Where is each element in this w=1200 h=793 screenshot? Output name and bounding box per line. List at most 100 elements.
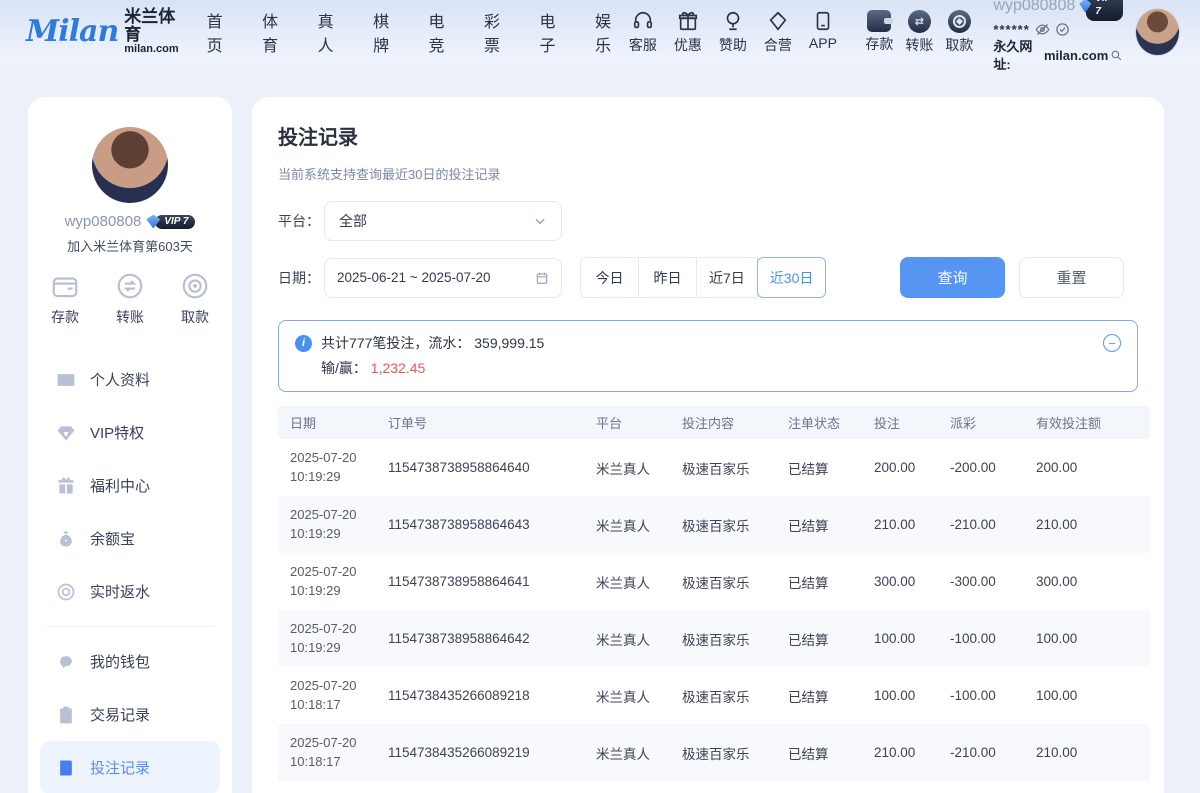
gift-icon xyxy=(677,10,699,32)
page-title: 投注记录 xyxy=(278,121,1148,150)
eye-slash-icon[interactable] xyxy=(1035,22,1050,37)
nav-item-sports[interactable]: 体育 xyxy=(262,8,287,56)
sidebar-deposit-label: 存款 xyxy=(51,307,79,327)
id-card-icon xyxy=(56,370,76,390)
vip-level-label: VIP 7 xyxy=(1086,0,1123,21)
range-30days-button[interactable]: 近30日 xyxy=(757,257,827,298)
withdraw-button[interactable]: 取款 xyxy=(939,10,979,55)
collapse-minus-icon[interactable]: − xyxy=(1103,334,1121,352)
deposit-wallet-icon xyxy=(867,10,891,32)
status-text: 已结算 xyxy=(784,610,870,667)
order-number: 1154738738958864642 xyxy=(384,610,592,667)
sidebar-avatar xyxy=(92,127,168,203)
sidebar-item-label: 实时返水 xyxy=(90,581,150,602)
table-row: 2025-07-2010:19:29 1154738738958864640 米… xyxy=(278,439,1150,496)
col-status: 注单状态 xyxy=(784,406,870,439)
status-text: 已结算 xyxy=(784,439,870,496)
sidebar-item-transactions[interactable]: 交易记录 xyxy=(40,688,220,741)
table-row: 2025-07-2010:19:29 1154738738958864641 米… xyxy=(278,553,1150,610)
sidebar-item-rebate[interactable]: 实时返水 xyxy=(40,565,220,618)
deposit-button[interactable]: 存款 xyxy=(859,10,899,55)
range-today-button[interactable]: 今日 xyxy=(580,257,639,298)
main-nav: 首页 体育 真人 棋牌 电竞 彩票 电子 娱乐 xyxy=(207,8,621,56)
sidebar-item-label: 余额宝 xyxy=(90,528,135,549)
sidebar-deposit-button[interactable]: 存款 xyxy=(50,271,80,327)
table-row: 2025-07-2010:18:17 1154738435266089218 米… xyxy=(278,667,1150,724)
sidebar-item-label: 我的钱包 xyxy=(90,651,150,672)
nav-item-chess[interactable]: 棋牌 xyxy=(373,8,398,56)
range-yesterday-button[interactable]: 昨日 xyxy=(638,257,697,298)
nav-item-live[interactable]: 真人 xyxy=(318,8,343,56)
vip-badge[interactable]: VIP 7 xyxy=(1079,0,1123,21)
sidebar-item-wallet[interactable]: 我的钱包 xyxy=(40,635,220,688)
summary-line2-label: 输/赢： xyxy=(321,360,371,376)
reset-button[interactable]: 重置 xyxy=(1019,257,1124,298)
sidebar-username: wyp080808 xyxy=(65,213,142,230)
logo-domain-text: milan.com xyxy=(124,44,178,56)
magnifier-icon[interactable] xyxy=(1110,48,1123,63)
range-7days-button[interactable]: 近7日 xyxy=(696,257,758,298)
table-header-row: 日期 订单号 平台 投注内容 注单状态 投注 派彩 有效投注额 xyxy=(278,406,1150,439)
summary-loss-value: 1,232.45 xyxy=(371,360,426,376)
header-username: wyp080808 xyxy=(993,0,1075,16)
withdraw-icon xyxy=(180,271,210,301)
nav-item-entertainment[interactable]: 娱乐 xyxy=(595,8,620,56)
platform-selected-value: 全部 xyxy=(339,211,367,231)
diamond-hand-icon xyxy=(767,10,789,32)
partnership-label: 合营 xyxy=(764,35,792,55)
page-subtitle: 当前系统支持查询最近30日的投注记录 xyxy=(278,164,1148,183)
sidebar-withdraw-label: 取款 xyxy=(181,307,209,327)
app-label: APP xyxy=(809,35,837,51)
nav-item-esports[interactable]: 电竞 xyxy=(429,8,454,56)
table-row: 2025-07-2010:19:29 1154738738958864642 米… xyxy=(278,610,1150,667)
refresh-circle-icon[interactable] xyxy=(1055,22,1070,37)
nav-item-home[interactable]: 首页 xyxy=(207,8,232,56)
app-download-button[interactable]: APP xyxy=(800,10,845,55)
header-avatar[interactable] xyxy=(1135,8,1180,56)
masked-balance: ****** xyxy=(993,21,1029,39)
transfer-icon xyxy=(115,271,145,301)
promotions-label: 优惠 xyxy=(674,35,702,55)
sidebar-item-yuebao[interactable]: 余额宝 xyxy=(40,512,220,565)
sidebar-transfer-button[interactable]: 转账 xyxy=(115,271,145,327)
sidebar-item-label: 交易记录 xyxy=(90,704,150,725)
vip-gem-icon xyxy=(56,423,76,443)
date-range-input[interactable]: 2025-06-21 ~ 2025-07-20 xyxy=(324,258,562,298)
transfer-button[interactable]: ⇄ 转账 xyxy=(899,10,939,55)
sidebar-item-profile[interactable]: 个人资料 xyxy=(40,353,220,406)
status-text: 已结算 xyxy=(784,667,870,724)
trophy-icon xyxy=(722,10,744,32)
calendar-icon xyxy=(535,271,549,285)
sidebar-item-welfare[interactable]: 福利中心 xyxy=(40,459,220,512)
sidebar-withdraw-button[interactable]: 取款 xyxy=(180,271,210,327)
date-label: 日期： xyxy=(278,268,324,288)
order-number: 1154738435266089219 xyxy=(384,724,592,781)
welfare-gift-icon xyxy=(56,476,76,496)
search-button[interactable]: 查询 xyxy=(900,257,1005,298)
platform-select[interactable]: 全部 xyxy=(324,201,562,241)
top-navigation-bar: Milan 米兰体育 milan.com 首页 体育 真人 棋牌 电竞 彩票 电… xyxy=(0,0,1200,64)
summary-banner: i 共计777笔投注，流水： 359,999.15 输/赢： 1,232.45 … xyxy=(278,320,1138,392)
date-range-value: 2025-06-21 ~ 2025-07-20 xyxy=(337,270,491,285)
brand-logo[interactable]: Milan 米兰体育 milan.com xyxy=(26,8,179,55)
promotions-button[interactable]: 优惠 xyxy=(665,10,710,55)
nav-item-slots[interactable]: 电子 xyxy=(539,8,564,56)
sidebar-item-vip[interactable]: VIP特权 xyxy=(40,406,220,459)
sidebar-item-bet-records[interactable]: 投注记录 xyxy=(40,741,220,793)
sponsorship-button[interactable]: 赞助 xyxy=(710,10,755,55)
nav-item-lottery[interactable]: 彩票 xyxy=(484,8,509,56)
profile-sidebar: wyp080808 VIP 7 加入米兰体育第603天 存款 转账 取款 xyxy=(28,97,232,793)
withdraw-icon xyxy=(948,10,971,33)
summary-line1: 共计777笔投注，流水： 359,999.15 xyxy=(321,335,544,351)
table-row: 2025-07-2010:18:17 1154738435266089219 米… xyxy=(278,724,1150,781)
phone-icon xyxy=(812,10,834,32)
joined-days-text: 加入米兰体育第603天 xyxy=(40,236,220,255)
partnership-button[interactable]: 合营 xyxy=(755,10,800,55)
sidebar-transfer-label: 转账 xyxy=(116,307,144,327)
permanent-url-value: milan.com xyxy=(1044,47,1108,65)
money-bag-icon xyxy=(56,529,76,549)
status-text: 已结算 xyxy=(784,553,870,610)
quick-range-group: 今日 昨日 近7日 近30日 xyxy=(580,257,826,298)
col-platform: 平台 xyxy=(592,406,678,439)
customer-service-button[interactable]: 客服 xyxy=(620,10,665,55)
